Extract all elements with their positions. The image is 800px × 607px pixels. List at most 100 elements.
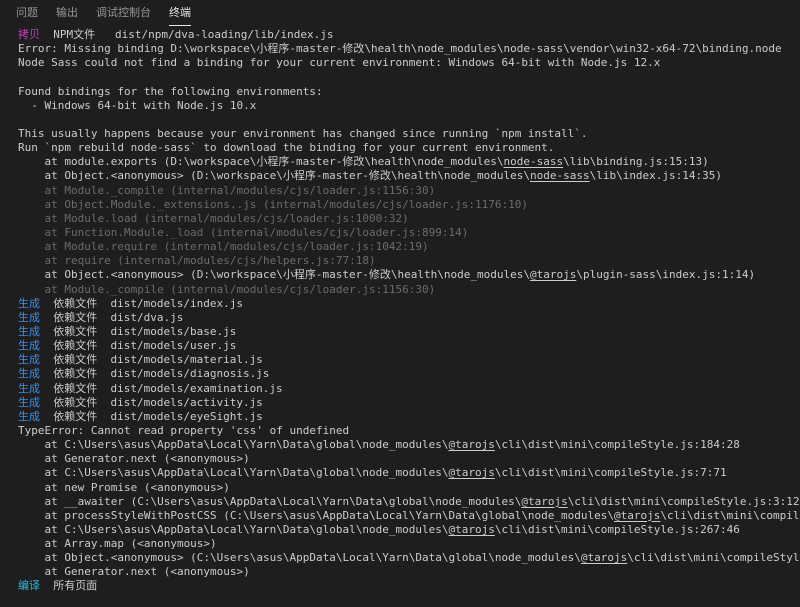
terminal-text: 生成 bbox=[18, 409, 40, 423]
terminal-text: 依赖文件 dist/models/index.js bbox=[40, 296, 243, 310]
terminal-text: node-sass bbox=[529, 169, 590, 183]
terminal-text: node-sass bbox=[503, 155, 564, 169]
terminal-line: at Module.require (internal/modules/cjs/… bbox=[18, 240, 800, 254]
terminal-text: 生成 bbox=[18, 381, 40, 395]
terminal-line: 拷贝 NPM文件 dist/npm/dva-loading/lib/index.… bbox=[18, 28, 800, 42]
terminal-text: @tarojs bbox=[614, 508, 661, 522]
terminal-text: at require (internal/modules/cjs/helpers… bbox=[18, 254, 376, 268]
terminal-line: 生成 依赖文件 dist/models/eyeSight.js bbox=[18, 410, 800, 424]
terminal-line: 编译 所有页面 bbox=[18, 579, 800, 593]
terminal-line: at Generator.next (<anonymous>) bbox=[18, 565, 800, 579]
terminal-line: TypeError: Cannot read property 'css' of… bbox=[18, 424, 800, 438]
tab-terminal[interactable]: 终端 bbox=[169, 4, 191, 26]
terminal-line: 生成 依赖文件 dist/models/base.js bbox=[18, 325, 800, 339]
terminal-text: at processStyleWithPostCSS (C:\Users\asu… bbox=[18, 508, 615, 522]
terminal-line: at __awaiter (C:\Users\asus\AppData\Loca… bbox=[18, 495, 800, 509]
terminal-text: \lib\binding.js:15:13) bbox=[563, 155, 709, 169]
terminal-text: @tarojs bbox=[448, 522, 495, 536]
terminal-text: Node Sass could not find a binding for y… bbox=[18, 56, 661, 70]
terminal-text: 生成 bbox=[18, 310, 40, 324]
terminal-line: 生成 依赖文件 dist/models/material.js bbox=[18, 353, 800, 367]
terminal-line: at C:\Users\asus\AppData\Local\Yarn\Data… bbox=[18, 523, 800, 537]
terminal-text: at Object.<anonymous> (D:\workspace\小程序-… bbox=[18, 268, 530, 282]
terminal-text: at __awaiter (C:\Users\asus\AppData\Loca… bbox=[18, 494, 522, 508]
terminal-text: \cli\dist\mini\compileStyle.js:267:46 bbox=[494, 522, 740, 536]
terminal-text: \cli\dist\mini\compileStyle.js:3:12) bbox=[567, 494, 800, 508]
terminal-line: 生成 依赖文件 dist/models/index.js bbox=[18, 297, 800, 311]
terminal-text: \plugin-sass\index.js:1:14) bbox=[576, 268, 756, 282]
terminal-text: 依赖文件 dist/models/base.js bbox=[40, 324, 237, 338]
terminal-text: at Object.<anonymous> (D:\workspace\小程序-… bbox=[18, 169, 530, 183]
terminal-text: \cli\dist\mini\compileStyle.js:184:28 bbox=[494, 438, 740, 452]
terminal-line: at Module._compile (internal/modules/cjs… bbox=[18, 283, 800, 297]
terminal-text: at Generator.next (<anonymous>) bbox=[18, 452, 250, 466]
terminal-line: 生成 依赖文件 dist/dva.js bbox=[18, 311, 800, 325]
terminal-line: at Object.<anonymous> (C:\Users\asus\App… bbox=[18, 551, 800, 565]
terminal-line: Run `npm rebuild node-sass` to download … bbox=[18, 141, 800, 155]
terminal-line: at C:\Users\asus\AppData\Local\Yarn\Data… bbox=[18, 438, 800, 452]
terminal-line: at processStyleWithPostCSS (C:\Users\asu… bbox=[18, 509, 800, 523]
terminal-text: 生成 bbox=[18, 296, 40, 310]
terminal-line: at C:\Users\asus\AppData\Local\Yarn\Data… bbox=[18, 466, 800, 480]
terminal-text: at Module.require (internal/modules/cjs/… bbox=[18, 240, 429, 254]
terminal-line: Error: Missing binding D:\workspace\小程序-… bbox=[18, 42, 800, 56]
terminal-line: 生成 依赖文件 dist/models/diagnosis.js bbox=[18, 367, 800, 381]
terminal-text: \cli\dist\mini\compileStyle.js:267:35) bbox=[627, 551, 800, 565]
terminal-text: Error: Missing binding D:\workspace\小程序-… bbox=[18, 42, 782, 56]
terminal-text: at Object.<anonymous> (C:\Users\asus\App… bbox=[18, 551, 581, 565]
terminal-line: Node Sass could not find a binding for y… bbox=[18, 56, 800, 70]
terminal-text: Run `npm rebuild node-sass` to download … bbox=[18, 141, 555, 155]
terminal-text: - Windows 64-bit with Node.js 10.x bbox=[18, 98, 257, 112]
terminal-line: 生成 依赖文件 dist/models/activity.js bbox=[18, 396, 800, 410]
terminal-text: TypeError: Cannot read property 'css' of… bbox=[18, 423, 350, 437]
tab-debug-console[interactable]: 调试控制台 bbox=[96, 4, 151, 26]
terminal-line: at require (internal/modules/cjs/helpers… bbox=[18, 254, 800, 268]
terminal-line: 生成 依赖文件 dist/models/user.js bbox=[18, 339, 800, 353]
terminal-text: 依赖文件 dist/models/examination.js bbox=[40, 381, 283, 395]
terminal-text: at Array.map (<anonymous>) bbox=[18, 537, 217, 551]
terminal-text: 生成 bbox=[18, 367, 40, 381]
terminal-text: 生成 bbox=[18, 353, 40, 367]
terminal-text: at new Promise (<anonymous>) bbox=[18, 480, 230, 494]
terminal-text: 依赖文件 dist/models/activity.js bbox=[40, 395, 263, 409]
terminal-text: \cli\dist\mini\compileStyle.js:96:12) bbox=[660, 508, 800, 522]
terminal-text: @tarojs bbox=[521, 494, 568, 508]
terminal-line: at Object.Module._extensions..js (intern… bbox=[18, 198, 800, 212]
terminal-text: \lib\index.js:14:35) bbox=[589, 169, 723, 183]
terminal-line: at Function.Module._load (internal/modul… bbox=[18, 226, 800, 240]
tab-problems[interactable]: 问题 bbox=[16, 4, 38, 26]
terminal-line: at new Promise (<anonymous>) bbox=[18, 481, 800, 495]
terminal-text: at Module.load (internal/modules/cjs/loa… bbox=[18, 211, 409, 225]
terminal-text: @tarojs bbox=[580, 551, 628, 565]
terminal-text: at module.exports (D:\workspace\小程序-mast… bbox=[18, 155, 504, 169]
tab-output[interactable]: 输出 bbox=[56, 4, 78, 26]
panel-tab-bar: 问题 输出 调试控制台 终端 bbox=[0, 0, 800, 26]
terminal-line: 生成 依赖文件 dist/models/examination.js bbox=[18, 382, 800, 396]
terminal-text: 拷贝 bbox=[18, 28, 40, 41]
terminal-text: at C:\Users\asus\AppData\Local\Yarn\Data… bbox=[18, 522, 449, 536]
terminal-text: 生成 bbox=[18, 339, 40, 353]
terminal-text: at Generator.next (<anonymous>) bbox=[18, 565, 250, 579]
terminal-line: at Array.map (<anonymous>) bbox=[18, 537, 800, 551]
terminal-text: 编译 bbox=[18, 579, 40, 593]
terminal-line: - Windows 64-bit with Node.js 10.x bbox=[18, 99, 800, 113]
terminal-text: at C:\Users\asus\AppData\Local\Yarn\Data… bbox=[18, 438, 449, 452]
terminal-text: 所有页面 bbox=[40, 579, 98, 593]
terminal-text: 生成 bbox=[18, 395, 40, 409]
terminal-text: NPM文件 dist/npm/dva-loading/lib/index.js bbox=[40, 28, 334, 41]
terminal-text: 依赖文件 dist/dva.js bbox=[40, 310, 184, 324]
terminal-line: at Object.<anonymous> (D:\workspace\小程序-… bbox=[18, 169, 800, 183]
terminal-line: at Generator.next (<anonymous>) bbox=[18, 452, 800, 466]
terminal-text: 依赖文件 dist/models/diagnosis.js bbox=[40, 367, 270, 381]
terminal-output[interactable]: 拷贝 NPM文件 dist/npm/dva-loading/lib/index.… bbox=[18, 28, 800, 607]
terminal-text: \cli\dist\mini\compileStyle.js:7:71 bbox=[494, 466, 727, 480]
terminal-text: 依赖文件 dist/models/material.js bbox=[40, 353, 263, 367]
terminal-text: at Function.Module._load (internal/modul… bbox=[18, 225, 469, 239]
terminal-text: @tarojs bbox=[529, 268, 577, 282]
terminal-text: 依赖文件 dist/models/user.js bbox=[40, 339, 237, 353]
terminal-text: at Module._compile (internal/modules/cjs… bbox=[18, 183, 436, 197]
terminal-text: @tarojs bbox=[448, 438, 495, 452]
terminal-line: at Module.load (internal/modules/cjs/loa… bbox=[18, 212, 800, 226]
